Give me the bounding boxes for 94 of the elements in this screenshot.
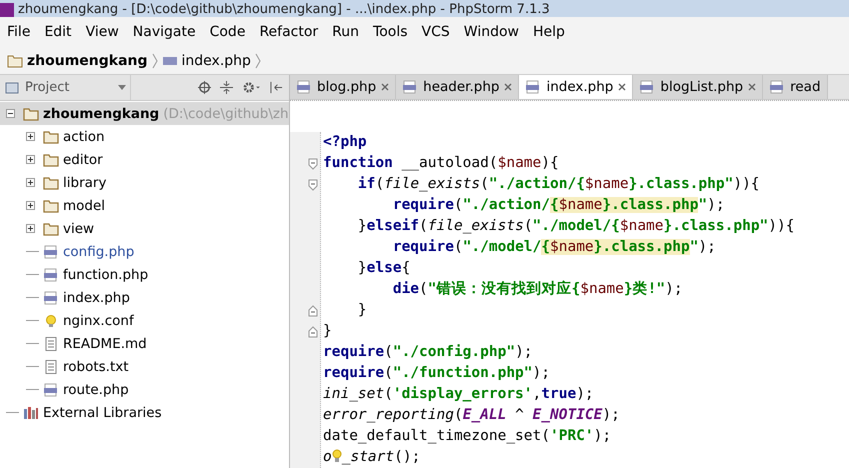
code-line: die("错误：没有找到对应{$name}类!"); [392, 279, 684, 299]
tree-item[interactable]: zhoumengkang [43, 106, 160, 122]
menu-item[interactable]: View [86, 24, 119, 40]
lightbulb-icon[interactable] [332, 449, 342, 463]
close-icon[interactable] [618, 83, 626, 91]
caret-icon [118, 85, 126, 90]
code-line: require("./model/{$name}.class.php"); [392, 238, 717, 257]
php-file-icon [525, 80, 542, 94]
php-file-icon [43, 244, 59, 258]
tree-item[interactable]: External Libraries [43, 404, 162, 420]
expand-icon[interactable] [26, 178, 35, 187]
menu-item[interactable]: Run [332, 24, 360, 40]
folder-icon [43, 222, 59, 236]
expand-icon[interactable] [26, 132, 35, 141]
code-line: o _start(); [323, 448, 422, 467]
library-icon [23, 406, 39, 420]
tree-item[interactable]: route.php [63, 382, 129, 398]
menu-item[interactable]: Navigate [132, 24, 196, 40]
breadcrumb-item[interactable]: zhoumengkang [27, 52, 148, 68]
fold-icon[interactable] [308, 178, 318, 190]
hide-panel-icon[interactable] [270, 81, 283, 94]
menu-item[interactable]: Code [210, 24, 246, 40]
tree-item[interactable]: library [63, 174, 106, 190]
tree-item[interactable]: view [63, 220, 94, 236]
folder-icon [7, 54, 23, 68]
code-line: }elseif(file_exists("./model/{$name}.class.php")){ [356, 217, 794, 236]
menu-item[interactable]: Tools [373, 24, 408, 40]
chevron-icon [254, 52, 261, 68]
php-file-icon [43, 268, 59, 282]
code-line: require("./config.php"); [323, 343, 534, 362]
php-file-icon [296, 80, 312, 94]
code-line: }else{ [356, 259, 412, 278]
editor-tab[interactable]: read [763, 75, 828, 99]
code-line: date_default_timezone_set('PRC'); [323, 427, 612, 446]
code-line: <?php [323, 133, 368, 152]
window-title: zhoumengkang - [D:\code\github\zhoumengkang] - ...\index.php - PhpStorm 7.1.3 [18, 2, 550, 17]
code-line: function __autoload($name){ [323, 154, 560, 173]
menu-item[interactable]: Window [464, 24, 519, 40]
php-file-icon [769, 80, 786, 94]
menu-item[interactable]: Refactor [259, 24, 318, 40]
folder-icon [43, 198, 59, 212]
close-icon[interactable] [504, 83, 512, 91]
folder-icon [43, 130, 59, 144]
tree-item[interactable]: config.php [63, 244, 134, 260]
code-line: error_reporting(E_ALL ^ E_NOTICE); [323, 406, 621, 425]
menu-item[interactable]: Help [532, 24, 565, 40]
text-file-icon [43, 360, 59, 374]
gear-icon[interactable] [242, 81, 261, 94]
php-file-icon [639, 80, 656, 94]
code-line: require("./function.php"); [323, 364, 551, 383]
fold-end-icon[interactable] [308, 304, 318, 316]
tree-item[interactable]: index.php [63, 290, 130, 306]
close-icon[interactable] [748, 83, 756, 91]
app-icon [0, 3, 14, 17]
tree-item[interactable]: editor [63, 152, 103, 168]
folder-icon [23, 106, 39, 120]
php-file-icon [43, 382, 59, 396]
lightbulb-icon [43, 314, 59, 328]
php-file-icon [402, 80, 418, 94]
code-line: } [356, 301, 368, 320]
tree-item[interactable]: function.php [63, 266, 148, 282]
expand-icon[interactable] [26, 224, 35, 233]
php-file-icon [43, 290, 59, 304]
code-line: require("./action/{$name}.class.php"); [392, 196, 726, 215]
project-path: (D:\code\github\zh [163, 106, 289, 122]
breadcrumb-item[interactable]: index.php [182, 52, 251, 68]
menu-item[interactable]: File [7, 24, 30, 40]
code-line: if(file_exists("./action/{$name}.class.php")){ [356, 175, 761, 194]
editor-tab[interactable]: index.php [519, 75, 634, 99]
folder-icon [43, 176, 59, 190]
menu-item[interactable]: Edit [44, 24, 72, 40]
fold-end-icon[interactable] [308, 326, 318, 338]
menu-item[interactable]: VCS [422, 24, 450, 40]
collapse-icon[interactable] [220, 81, 233, 94]
code-line: } [323, 322, 333, 341]
editor-tab[interactable]: header.php [396, 75, 520, 99]
tree-item[interactable]: nginx.conf [63, 312, 134, 328]
close-icon[interactable] [381, 83, 390, 91]
expand-icon[interactable] [26, 155, 35, 164]
tree-item[interactable]: action [63, 128, 105, 144]
folder-icon [43, 152, 59, 166]
chevron-icon [152, 52, 158, 68]
fold-icon[interactable] [308, 158, 318, 170]
code-line: ini_set('display_errors',true); [323, 385, 595, 404]
collapse-icon[interactable] [6, 109, 15, 118]
editor-tab[interactable]: blogList.php [633, 75, 764, 99]
tree-item[interactable]: model [63, 198, 106, 214]
project-icon [4, 80, 20, 94]
expand-icon[interactable] [26, 201, 35, 210]
editor-tab[interactable]: blog.php [290, 75, 396, 99]
tree-item[interactable]: robots.txt [63, 358, 129, 374]
crosshair-icon[interactable] [198, 81, 211, 94]
tree-item[interactable]: README.md [63, 336, 147, 352]
text-file-icon [43, 336, 59, 350]
